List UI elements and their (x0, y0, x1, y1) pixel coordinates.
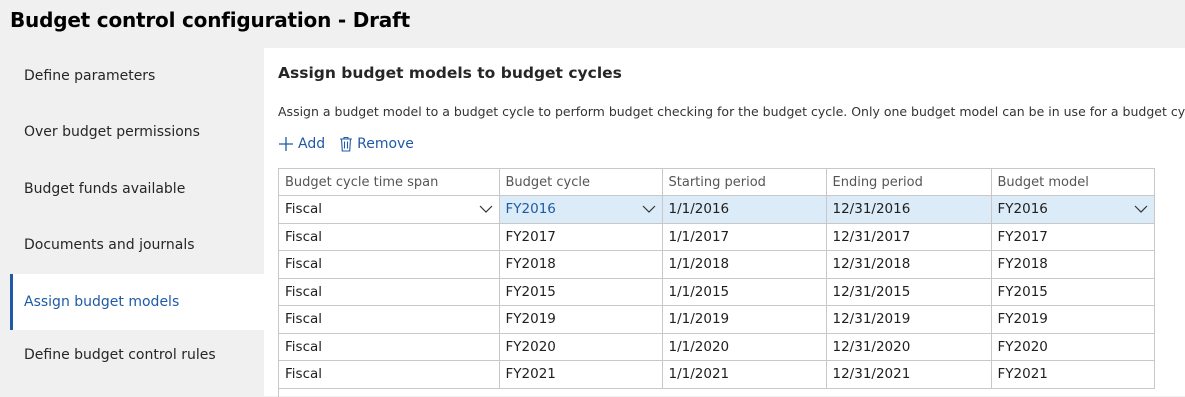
plus-icon (279, 137, 293, 151)
ending-period-cell: 12/31/2017 (826, 223, 992, 251)
budget-cycle-cell: FY2018 (499, 250, 663, 279)
sidebar-item-define-parameters[interactable]: Define parameters (10, 48, 264, 104)
time-span-value: Fiscal (285, 201, 323, 218)
ending-period-cell: 12/31/2018 (826, 250, 992, 279)
sidebar-item-assign-budget-models[interactable]: Assign budget models (10, 274, 264, 330)
starting-period-cell: 1/1/2018 (662, 250, 827, 279)
sidebar-item-label: Budget funds available (24, 181, 186, 197)
column-header-time-span[interactable]: Budget cycle time span (279, 169, 500, 196)
budget-cycle-cell: FY2015 (499, 278, 663, 306)
toolbar: Add Remove (278, 134, 428, 154)
ending-period-cell: 12/31/2019 (826, 305, 992, 334)
sidebar-item-label: Define parameters (24, 68, 156, 84)
budget-model-cell: FY2020 (991, 333, 1155, 361)
budget-model-cell: FY2015 (991, 278, 1155, 306)
trash-icon (340, 136, 353, 152)
chevron-down-icon[interactable] (642, 204, 656, 214)
sidebar: Define parameters Over budget permission… (0, 48, 264, 396)
table-row[interactable]: Fiscal FY2018 1/1/2018 12/31/2018 FY2018 (279, 250, 1155, 279)
sidebar-item-budget-funds-available[interactable]: Budget funds available (10, 161, 264, 217)
chevron-down-icon[interactable] (1134, 204, 1148, 214)
budget-cycle-cell: FY2020 (499, 333, 663, 361)
table-row[interactable]: Fiscal FY2019 1/1/2019 12/31/2019 FY2019 (279, 305, 1155, 334)
budget-model-cell: FY2018 (991, 250, 1155, 279)
ending-period-cell: 12/31/2020 (826, 333, 992, 361)
budget-cycle-cell: FY2017 (499, 223, 663, 251)
sidebar-item-define-budget-control-rules[interactable]: Define budget control rules (10, 327, 264, 383)
starting-period-cell: 1/1/2019 (662, 305, 827, 334)
section-description: Assign a budget model to a budget cycle … (278, 104, 1185, 119)
sidebar-item-over-budget-permissions[interactable]: Over budget permissions (10, 104, 264, 160)
budget-cycle-value: FY2016 (505, 201, 556, 218)
budget-cycle-cell: FY2019 (499, 305, 663, 334)
starting-period-cell: 1/1/2017 (662, 223, 827, 251)
column-header-budget-model[interactable]: Budget model (991, 169, 1155, 196)
budget-model-cell: FY2019 (991, 305, 1155, 334)
time-span-cell: Fiscal (279, 223, 500, 251)
ending-period-cell: 12/31/2021 (826, 360, 992, 389)
budget-model-cell: FY2021 (991, 360, 1155, 389)
ending-period-cell: 12/31/2015 (826, 278, 992, 306)
column-header-ending-period[interactable]: Ending period (826, 169, 992, 196)
column-header-budget-cycle[interactable]: Budget cycle (499, 169, 663, 196)
budget-cycle-dropdown[interactable]: FY2016 (499, 195, 663, 224)
main-panel: Assign budget models to budget cycles As… (264, 48, 1185, 397)
table-row[interactable]: Fiscal FY2017 1/1/2017 12/31/2017 FY2017 (279, 223, 1155, 251)
sidebar-item-label: Assign budget models (24, 294, 180, 310)
table-row[interactable]: Fiscal FY2021 1/1/2021 12/31/2021 FY2021 (279, 360, 1155, 389)
section-title: Assign budget models to budget cycles (278, 64, 622, 82)
time-span-cell: Fiscal (279, 360, 500, 389)
column-header-starting-period[interactable]: Starting period (662, 169, 827, 196)
table-row[interactable]: Fiscal FY2015 1/1/2015 12/31/2015 FY2015 (279, 278, 1155, 306)
page-title: Budget control configuration - Draft (10, 8, 410, 32)
budget-model-cell: FY2017 (991, 223, 1155, 251)
time-span-cell: Fiscal (279, 305, 500, 334)
add-button-label: Add (298, 136, 326, 152)
starting-period-cell: 1/1/2020 (662, 333, 827, 361)
time-span-cell: Fiscal (279, 333, 500, 361)
table-row[interactable]: Fiscal FY2020 1/1/2020 12/31/2020 FY2020 (279, 333, 1155, 361)
starting-period-cell: 1/1/2016 (662, 195, 827, 224)
budget-model-value: FY2016 (997, 201, 1048, 218)
table-row[interactable]: Fiscal FY2016 1/1/2016 12/31/2016 FY2016 (279, 195, 1155, 224)
ending-period-cell: 12/31/2016 (826, 195, 992, 224)
sidebar-item-label: Over budget permissions (24, 124, 200, 140)
remove-button-label: Remove (357, 136, 414, 152)
remove-button[interactable]: Remove (339, 136, 414, 152)
budget-models-grid: Budget cycle time span Budget cycle Star… (278, 168, 1155, 397)
budget-model-dropdown[interactable]: FY2016 (991, 195, 1155, 224)
starting-period-cell: 1/1/2021 (662, 360, 827, 389)
sidebar-item-label: Define budget control rules (24, 347, 216, 363)
sidebar-item-label: Documents and journals (24, 237, 195, 253)
grid-header-row: Budget cycle time span Budget cycle Star… (279, 169, 1155, 196)
add-button[interactable]: Add (278, 136, 325, 152)
sidebar-item-documents-and-journals[interactable]: Documents and journals (10, 217, 264, 273)
time-span-cell: Fiscal (279, 250, 500, 279)
starting-period-cell: 1/1/2015 (662, 278, 827, 306)
budget-cycle-cell: FY2021 (499, 360, 663, 389)
time-span-cell: Fiscal (279, 278, 500, 306)
chevron-down-icon[interactable] (479, 204, 493, 214)
time-span-dropdown[interactable]: Fiscal (279, 195, 500, 224)
